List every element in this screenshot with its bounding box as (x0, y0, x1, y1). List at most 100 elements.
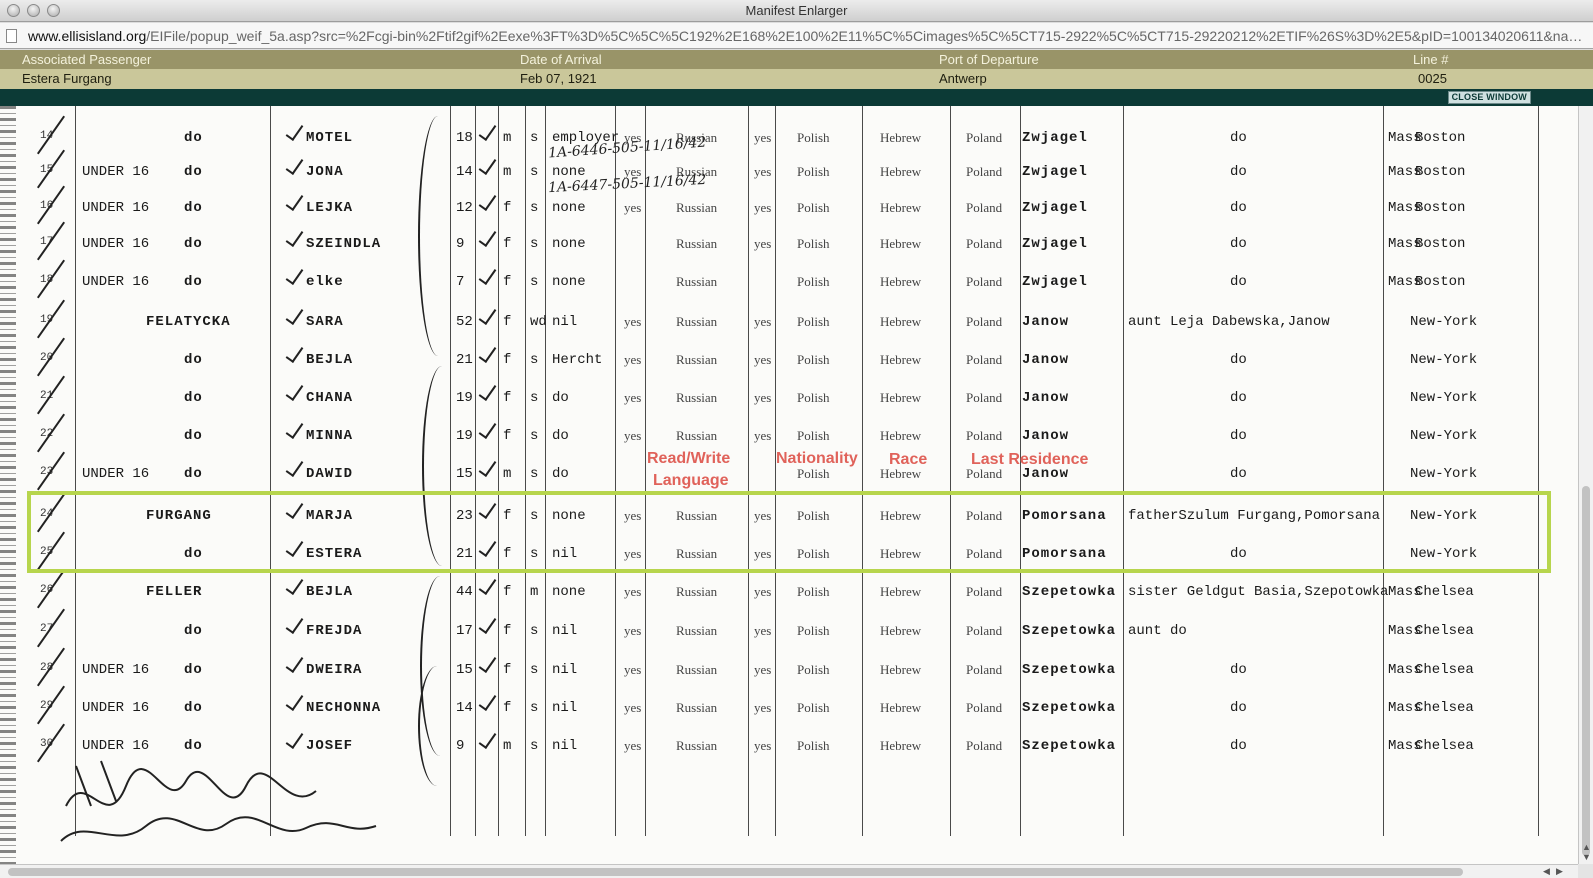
manifest-row: 27 do FREJDA 17 f s nil yes Russian yes Polish Hebr… (0, 608, 1560, 648)
cell-last-residence-city: Zwjagel (1022, 236, 1088, 252)
horizontal-scrollbar[interactable]: ◀ ▶ (0, 864, 1578, 878)
check-mark (478, 155, 497, 175)
cell-age: 44 (456, 584, 473, 600)
cell-sex: f (503, 274, 512, 290)
cell-marital-status: s (530, 236, 539, 252)
scroll-down-arrow[interactable]: ▼ (1582, 852, 1591, 862)
cell-occupation: Hercht (552, 352, 603, 368)
cell-nationality-yes: yes (754, 700, 772, 715)
cell-sex: f (503, 314, 512, 330)
cell-country: Poland (966, 584, 1003, 599)
check-mark (478, 575, 497, 595)
manifest-row: 28 UNDER 16 do DWEIRA 15 f s nil yes Russian yes Po… (0, 647, 1560, 687)
cell-nearest-relative: aunt Leja Dabewska,Janow (1128, 314, 1330, 330)
cell-given-name: BEJLA (306, 352, 354, 368)
check-mark (478, 653, 497, 673)
cell-marital-status: s (530, 130, 539, 146)
handwritten-bracket (418, 116, 458, 356)
check-mark (478, 305, 497, 325)
cell-age-group: UNDER 16 (82, 700, 150, 716)
cell-occupation: nil (552, 662, 578, 678)
cell-given-name: SZEINDLA (306, 236, 382, 252)
cell-nearest-relative: do (1230, 352, 1247, 368)
horizontal-scroll-thumb[interactable] (8, 868, 1463, 876)
vertical-scrollbar[interactable]: ▲ ▼ (1578, 106, 1593, 864)
cell-last-residence-city: Zwjagel (1022, 274, 1088, 290)
manifest-row: 19 FELATYCKA SARA 52 f wd nil yes Russian yes Poli… (0, 299, 1560, 339)
cell-country: Poland (966, 352, 1003, 367)
scroll-up-arrow[interactable]: ▲ (1582, 842, 1591, 852)
cell-occupation: nil (552, 314, 578, 330)
cell-read-write: yes (624, 623, 642, 638)
cell-given-name: LEJKA (306, 200, 354, 216)
cell-last-residence-city: Szepetowka (1022, 700, 1117, 716)
cell-marital-status: s (530, 164, 539, 180)
cell-country: Poland (966, 662, 1003, 677)
cell-given-name: FREJDA (306, 623, 363, 639)
minimize-window-control[interactable] (27, 4, 40, 17)
overlay-label-last-residence: Last Residence (971, 451, 1089, 468)
cell-family-name: do (184, 428, 203, 444)
scroll-right-arrow[interactable]: ▶ (1556, 866, 1563, 877)
cell-age: 14 (456, 164, 473, 180)
cell-nationality: Polish (797, 390, 830, 405)
manifest-image[interactable]: 14 do MOTEL 18 m s employer yes Russian yes Polish… (0, 106, 1578, 864)
cell-sex: m (503, 466, 512, 482)
address-bar[interactable]: www.ellisisland.org/EIFile/popup_weif_5a… (0, 23, 1593, 49)
cell-given-name: BEJLA (306, 584, 354, 600)
cell-destination-city: Chelsea (1415, 738, 1474, 754)
cell-last-residence-city: Szepetowka (1022, 738, 1117, 754)
close-window-control[interactable] (7, 4, 20, 17)
zoom-window-control[interactable] (47, 4, 60, 17)
cell-family-name: do (184, 662, 203, 678)
cell-country: Poland (966, 738, 1003, 753)
cell-marital-status: m (530, 584, 539, 600)
cell-sex: f (503, 662, 512, 678)
cell-family-name: do (184, 352, 203, 368)
cell-sex: m (503, 738, 512, 754)
cell-marital-status: s (530, 466, 539, 482)
cell-last-residence-city: Zwjagel (1022, 164, 1088, 180)
close-window-button[interactable]: CLOSE WINDOW (1447, 91, 1531, 104)
cell-race: Hebrew (880, 662, 922, 677)
value-port-of-departure: Antwerp (939, 71, 987, 86)
cell-nearest-relative: aunt do (1128, 623, 1187, 639)
cell-age: 21 (456, 352, 473, 368)
cell-last-residence-city: Zwjagel (1022, 200, 1088, 216)
scroll-left-arrow[interactable]: ◀ (1543, 866, 1550, 877)
cell-nearest-relative: do (1230, 274, 1247, 290)
check-mark (478, 419, 497, 439)
cell-nationality-yes: yes (754, 623, 772, 638)
manifest-row: 21 do CHANA 19 f s do yes Russian yes Polish Hebrew… (0, 375, 1560, 415)
cell-given-name: SARA (306, 314, 344, 330)
cell-destination-city: New-York (1410, 428, 1478, 444)
cell-marital-status: s (530, 738, 539, 754)
url-field[interactable]: www.ellisisland.org/EIFile/popup_weif_5a… (28, 28, 1583, 44)
cell-read-write: yes (624, 200, 642, 215)
cell-given-name: elke (306, 274, 344, 290)
cell-destination-city: Boston (1415, 130, 1466, 146)
cell-nearest-relative: do (1230, 390, 1247, 406)
label-associated-passenger: Associated Passenger (22, 52, 152, 67)
cell-nearest-relative: do (1230, 130, 1247, 146)
vertical-scroll-thumb[interactable] (1582, 486, 1590, 856)
cell-marital-status: s (530, 200, 539, 216)
cell-country: Poland (966, 623, 1003, 638)
check-mark (285, 419, 304, 439)
cell-last-residence-city: Szepetowka (1022, 623, 1117, 639)
scrollbar-corner (1578, 864, 1593, 878)
passenger-info-labels: Associated Passenger Date of Arrival Por… (0, 50, 1593, 69)
check-mark (478, 121, 497, 141)
cell-race: Hebrew (880, 200, 922, 215)
cell-occupation: nil (552, 738, 578, 754)
cell-age-group: UNDER 16 (82, 164, 150, 180)
manifest-row: 14 do MOTEL 18 m s employer yes Russian yes Polish… (0, 115, 1560, 155)
overlay-label-race: Race (889, 451, 928, 468)
page-icon (6, 29, 17, 43)
cell-last-residence-city: Zwjagel (1022, 130, 1088, 146)
cell-given-name: JONA (306, 164, 344, 180)
cell-race: Hebrew (880, 164, 922, 179)
cell-nearest-relative: do (1230, 164, 1247, 180)
check-mark (285, 653, 304, 673)
signature-scribble (60, 760, 377, 842)
